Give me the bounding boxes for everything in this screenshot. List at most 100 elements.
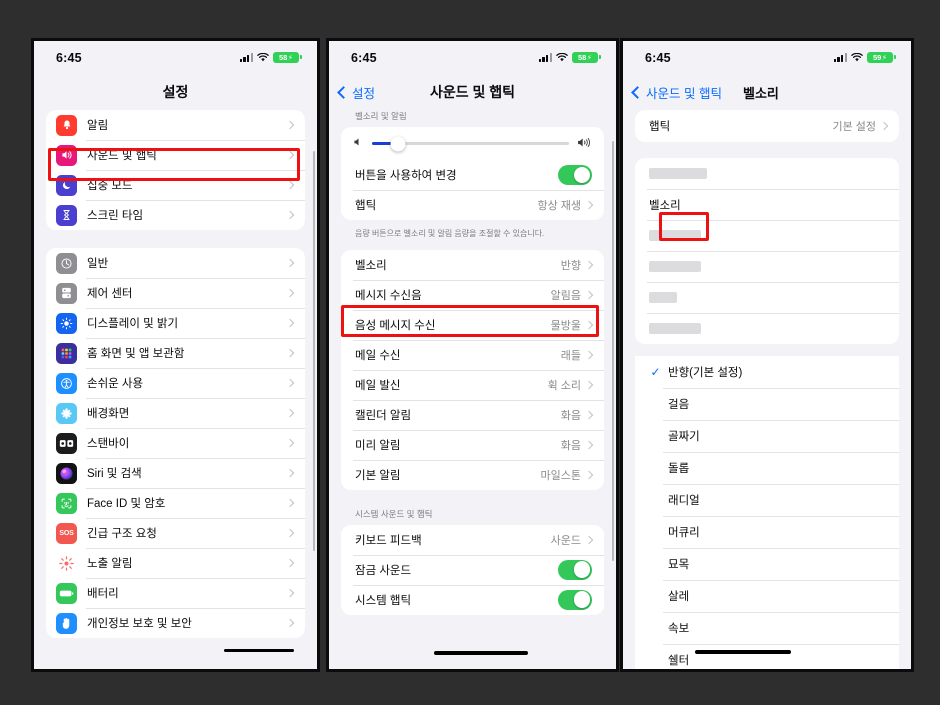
row-keyboard-feedback[interactable]: 키보드 피드백 사운드 <box>341 525 604 555</box>
row-sent-mail[interactable]: 메일 발신 휙 소리 <box>341 369 604 400</box>
sidebar-item-notifications[interactable]: 알림 <box>46 110 305 140</box>
sidebar-item-siri-search[interactable]: Siri 및 검색 <box>46 458 305 488</box>
screen-sound-haptics: 6:45 58 ⚡ 설정 사운드 및 햅틱 벨소리 및 알림 버튼을 사용하여 … <box>329 41 616 669</box>
change-with-buttons-toggle[interactable] <box>558 165 592 185</box>
list-item-tone[interactable]: 살레 <box>635 580 899 612</box>
row-default-alerts[interactable]: 기본 알림 마일스톤 <box>341 459 604 490</box>
list-item-tone[interactable]: ✓ 반향(기본 설정) <box>635 356 899 388</box>
list-item[interactable] <box>635 220 899 251</box>
sidebar-item-general[interactable]: 일반 <box>46 248 305 278</box>
chevron-right-icon <box>285 210 295 220</box>
row-system-haptics[interactable]: 시스템 햅틱 <box>341 584 604 615</box>
group-tone-list: ✓ 반향(기본 설정) 걸음 골짜기 돌롭 래디얼 머큐리 묘목 살레 속보 쉘… <box>635 356 899 669</box>
row-lock-sound[interactable]: 잠금 사운드 <box>341 554 604 585</box>
row-label: 제어 센터 <box>87 288 133 300</box>
list-item[interactable] <box>635 158 899 189</box>
sidebar-item-standby[interactable]: 스탠바이 <box>46 428 305 458</box>
list-item-tone[interactable]: 돌롭 <box>635 452 899 484</box>
row-haptics[interactable]: 햅틱 항상 재생 <box>341 190 604 220</box>
back-button[interactable]: 사운드 및 햅틱 <box>631 83 722 102</box>
ringtone-scroll-area[interactable]: 햅틱 기본 설정 벨소리 ✓ 반향(기본 설정) 걸음 골짜기 돌롭 래디얼 머… <box>623 110 911 669</box>
battery-indicator: 58 ⚡ <box>273 52 302 63</box>
row-label: 묘목 <box>668 559 690 571</box>
home-indicator <box>434 651 528 655</box>
accessibility-icon <box>56 372 77 394</box>
list-item[interactable] <box>635 251 899 282</box>
sidebar-item-privacy-security[interactable]: 개인정보 보호 및 보안 <box>46 608 305 638</box>
vertical-scrollbar[interactable] <box>611 141 614 561</box>
sound-scroll-area[interactable]: 벨소리 및 알림 버튼을 사용하여 변경 햅틱 항상 재생 음량 버튼으로 벨소… <box>329 110 616 669</box>
row-value: 화음 <box>560 409 581 422</box>
row-calendar-alerts[interactable]: 캘린더 알림 화음 <box>341 399 604 430</box>
list-item-tone[interactable]: 걸음 <box>635 388 899 420</box>
notification-bell-icon <box>56 114 77 136</box>
list-item-tone[interactable]: 골짜기 <box>635 420 899 452</box>
list-item-tone[interactable]: 속보 <box>635 612 899 644</box>
row-value: 화음 <box>560 439 581 452</box>
row-label: 긴급 구조 요청 <box>87 528 157 540</box>
row-label: 스탠바이 <box>87 438 130 450</box>
back-label: 사운드 및 햅틱 <box>646 86 722 101</box>
wifi-icon <box>851 53 863 62</box>
list-item[interactable] <box>635 282 899 313</box>
chevron-right-icon <box>584 200 594 210</box>
back-button[interactable]: 설정 <box>337 83 376 102</box>
chevron-right-icon <box>584 350 594 360</box>
chevron-right-icon <box>285 588 295 598</box>
row-label: 개인정보 보호 및 보안 <box>87 618 192 630</box>
sidebar-item-display-brightness[interactable]: 디스플레이 및 밝기 <box>46 308 305 338</box>
list-item-tone[interactable]: 쉘터 <box>635 644 899 669</box>
row-new-mail[interactable]: 메일 수신 래들 <box>341 339 604 370</box>
slider-track[interactable] <box>372 136 569 151</box>
row-ringtone[interactable]: 벨소리 반향 <box>341 250 604 280</box>
redaction-bar <box>224 649 294 652</box>
phone-panel-ringtone: 6:45 59 ⚡ 사운드 및 햅틱 벨소리 햅틱 기본 설정 벨소리 ✓ 반향… <box>620 38 914 672</box>
sidebar-item-wallpaper[interactable]: 배경화면 <box>46 398 305 428</box>
row-label: 미리 알림 <box>355 439 401 452</box>
sidebar-item-screen-time[interactable]: 스크린 타임 <box>46 200 305 230</box>
row-reminder-alerts[interactable]: 미리 알림 화음 <box>341 429 604 460</box>
slider-knob[interactable] <box>390 136 406 151</box>
sidebar-item-focus[interactable]: 집중 모드 <box>46 170 305 200</box>
row-label: 래디얼 <box>668 495 700 507</box>
group-system-sounds: 키보드 피드백 사운드 잠금 사운드 시스템 햅틱 <box>341 524 604 615</box>
ringer-volume-slider[interactable] <box>341 127 604 160</box>
cellular-signal-icon <box>239 53 253 62</box>
row-change-with-buttons[interactable]: 버튼을 사용하여 변경 <box>341 160 604 190</box>
sidebar-item-emergency-sos[interactable]: SOS 긴급 구조 요청 <box>46 518 305 548</box>
list-item-tone[interactable]: 묘목 <box>635 548 899 580</box>
chevron-right-icon <box>285 408 295 418</box>
row-label: 시스템 햅틱 <box>355 594 412 607</box>
sidebar-item-home-screen[interactable]: 홈 화면 및 앱 보관함 <box>46 338 305 368</box>
sidebar-item-faceid-passcode[interactable]: Face ID 및 암호 <box>46 488 305 518</box>
list-item-tone[interactable]: 머큐리 <box>635 516 899 548</box>
status-time: 6:45 <box>645 50 671 65</box>
chevron-right-icon <box>285 528 295 538</box>
chevron-right-icon <box>584 535 594 545</box>
settings-scroll-area[interactable]: 알림 사운드 및 햅틱 집중 모드 스크린 타임 일반 제어 센터 디스플레이 … <box>34 110 317 669</box>
sidebar-item-battery[interactable]: 배터리 <box>46 578 305 608</box>
chevron-left-icon <box>337 85 350 99</box>
row-value: 물방울 <box>550 319 581 332</box>
screenshot-stage: 6:45 58 ⚡ 설정 알림 사운드 및 햅틱 집중 모드 스크린 타임 일반… <box>0 0 940 705</box>
sidebar-item-sound-and-haptics[interactable]: 사운드 및 햅틱 <box>46 140 305 170</box>
sidebar-item-control-center[interactable]: 제어 센터 <box>46 278 305 308</box>
system-haptics-toggle[interactable] <box>558 589 592 610</box>
wifi-icon <box>257 53 269 62</box>
sidebar-item-accessibility[interactable]: 손쉬운 사용 <box>46 368 305 398</box>
row-voicemail[interactable]: 음성 메시지 수신 물방울 <box>341 309 604 340</box>
vertical-scrollbar[interactable] <box>312 151 315 551</box>
row-haptics[interactable]: 햅틱 기본 설정 <box>635 110 899 142</box>
row-label: 머큐리 <box>668 527 700 539</box>
back-label: 설정 <box>352 86 376 101</box>
sidebar-item-exposure-notifications[interactable]: 노출 알림 <box>46 548 305 578</box>
status-time: 6:45 <box>56 50 82 65</box>
speaker-low-icon <box>353 137 364 150</box>
lock-sound-toggle[interactable] <box>558 559 592 580</box>
list-item-ringtone[interactable]: 벨소리 <box>635 189 899 220</box>
row-label: 벨소리 <box>649 199 681 212</box>
row-text-tone[interactable]: 메시지 수신음 알림음 <box>341 279 604 310</box>
list-item[interactable] <box>635 313 899 344</box>
list-item-tone[interactable]: 래디얼 <box>635 484 899 516</box>
battery-indicator: 58 ⚡ <box>572 52 601 63</box>
